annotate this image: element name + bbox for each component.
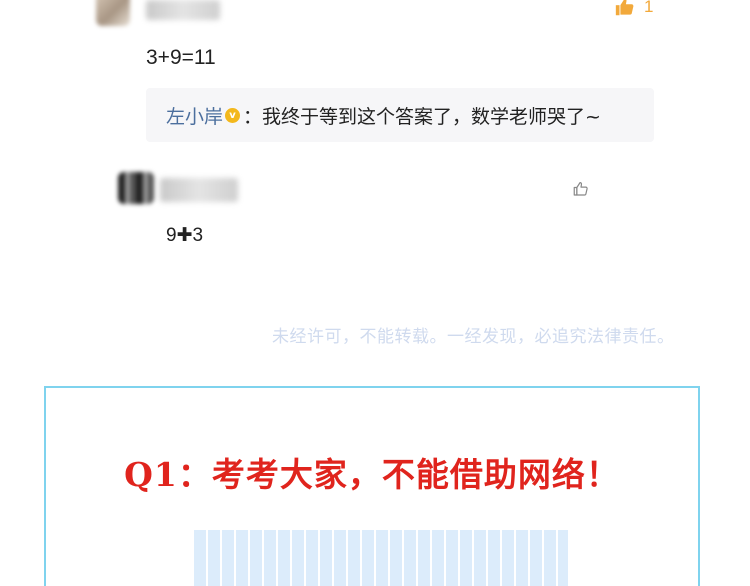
comment-text: 9✚3 — [166, 225, 204, 246]
comment-text: 3+9=11 — [146, 46, 216, 69]
like-button[interactable] — [572, 180, 590, 198]
username-blurred[interactable] — [146, 0, 220, 20]
avatar[interactable] — [96, 0, 130, 26]
reply-author-link[interactable]: 左小岸 — [166, 102, 223, 129]
question-image — [194, 530, 568, 586]
avatar[interactable] — [118, 172, 154, 204]
reply-separator: ： — [243, 106, 263, 128]
question-panel: Q1：考考大家，不能借助网络！ — [44, 386, 700, 586]
reply-preview[interactable]: 左小岸 v ： 我终于等到这个答案了，数学老师哭了~ — [146, 88, 654, 142]
copyright-watermark: 未经许可，不能转载。一经发现，必追究法律责任。 — [272, 327, 675, 347]
verified-badge-icon: v — [225, 108, 241, 123]
reply-content: 我终于等到这个答案了，数学老师哭了~ — [262, 106, 601, 128]
reply-line: 左小岸 v ： 我终于等到这个答案了，数学老师哭了~ — [166, 102, 601, 129]
like-count: 1 — [644, 0, 654, 16]
username-blurred[interactable] — [160, 178, 238, 202]
thumbs-up-icon — [573, 182, 588, 196]
thumbs-up-icon — [615, 0, 634, 16]
like-button[interactable]: 1 — [614, 0, 653, 18]
question-title: Q1：考考大家，不能借助网络！ — [124, 455, 620, 494]
